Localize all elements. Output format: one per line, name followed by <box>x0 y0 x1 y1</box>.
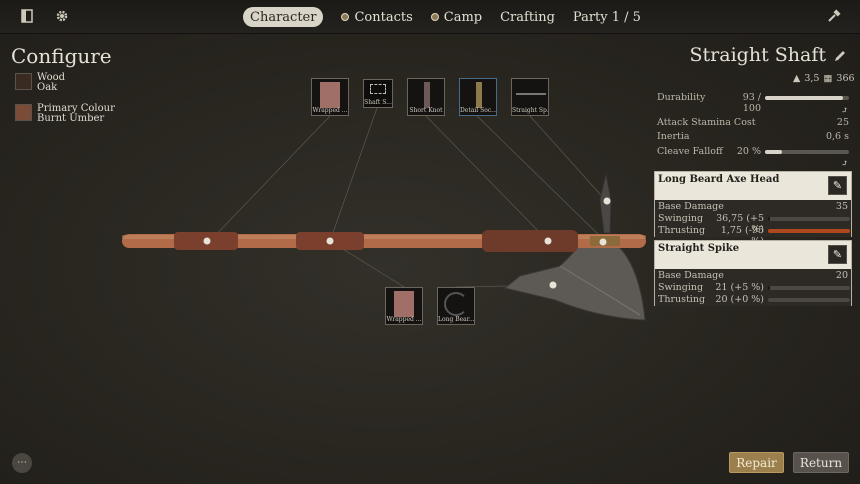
attack-stamina-row: Attack Stamina Cost 25 <box>657 117 849 128</box>
swinging-row: Swinging 36,75 (+5 %) <box>658 213 850 235</box>
part-slot-spike[interactable]: Straight Sp... <box>511 78 549 116</box>
socket-thumbnail <box>476 82 482 108</box>
edit-pencil-icon[interactable]: ✎ <box>828 176 847 195</box>
repair-button[interactable]: Repair <box>729 452 784 473</box>
swinging-bar <box>768 286 850 290</box>
base-damage-row: Base Damage 35 <box>658 201 848 212</box>
weight-value: 3,5 <box>804 73 820 84</box>
connector-lines <box>209 107 608 288</box>
wrap-thumbnail <box>320 82 340 108</box>
component-card-axe-head[interactable]: Long Beard Axe Head ✎ Base Damage 35 Swi… <box>654 171 852 247</box>
spike-thumbnail <box>516 93 546 95</box>
shaft-thumbnail <box>370 84 386 94</box>
part-slot-knot[interactable]: Short Knot <box>407 78 445 116</box>
swinging-row: Swinging 21 (+5 %) <box>658 282 850 293</box>
chat-icon[interactable]: ⋯ <box>12 453 32 473</box>
swinging-bar <box>768 217 850 221</box>
coins-icon: ▦ <box>823 73 833 84</box>
knot-wrap <box>482 230 578 252</box>
price-value: 366 <box>836 73 855 84</box>
wrench-icon[interactable]: ⤴ <box>841 106 849 116</box>
weight-icon: ▲ <box>793 73 801 84</box>
card-title: Straight Spike <box>658 243 740 254</box>
rename-pencil-icon[interactable] <box>833 48 847 62</box>
return-button[interactable]: Return <box>793 452 849 473</box>
card-title: Long Beard Axe Head <box>658 174 780 185</box>
wrap-thumbnail <box>394 291 414 317</box>
part-slot-wrap-bottom[interactable]: Wrapped ... <box>385 287 423 325</box>
axe-head-thumbnail <box>444 292 468 316</box>
thrusting-row: Thrusting 20 (+0 %) <box>658 294 850 305</box>
inertia-row: Inertia 0,6 s <box>657 131 849 142</box>
part-slot-axe-head[interactable]: Long Bear... <box>437 287 475 325</box>
durability-row: Durability 93 / 100 <box>657 92 849 114</box>
edit-pencil-icon[interactable]: ✎ <box>828 245 847 264</box>
durability-bar <box>765 96 849 100</box>
part-slot-socket[interactable]: Detail Soc... <box>459 78 497 116</box>
thrusting-bar <box>768 298 850 302</box>
knot-thumbnail <box>424 82 430 108</box>
component-card-spike[interactable]: Straight Spike ✎ Base Damage 20 Swinging… <box>654 240 852 306</box>
cleave-bar <box>765 150 849 154</box>
part-slot-shaft[interactable]: Shaft S... <box>363 79 393 108</box>
base-damage-row: Base Damage 20 <box>658 270 848 281</box>
weight-value-row: ▲ 3,5 ▦ 366 <box>793 73 855 84</box>
cleave-falloff-row: Cleave Falloff 20 % <box>657 146 849 158</box>
part-slot-wrap-top[interactable]: Wrapped ... <box>311 78 349 116</box>
thrusting-bar <box>768 229 850 233</box>
part-title: Straight Shaft <box>689 44 826 66</box>
wrench-icon[interactable]: ⤴ <box>841 159 849 169</box>
thrusting-row: Thrusting 1,75 (-95 %) <box>658 225 850 247</box>
